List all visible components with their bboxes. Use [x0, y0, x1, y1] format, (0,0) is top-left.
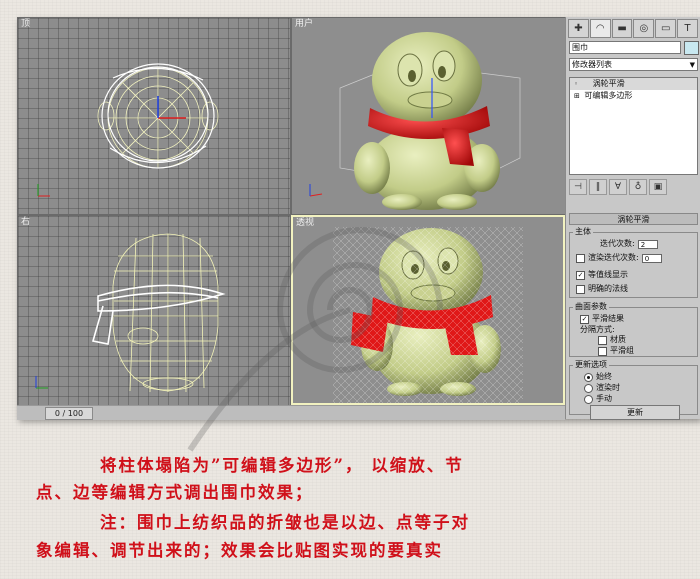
turbosmooth-rollout-title[interactable]: 涡轮平滑 [569, 213, 698, 225]
material-label: 材质 [610, 335, 626, 344]
surface-group-title: 曲面参数 [573, 302, 609, 312]
iterations-row: 迭代次数: 2 [600, 239, 658, 249]
caption-line-4: 象编辑、调节出来的；效果会比贴图实现的要真实 [36, 541, 443, 560]
timeline-bar[interactable]: 0 / 100 [17, 405, 565, 420]
utilities-tab[interactable]: T [677, 19, 698, 38]
remove-modifier-icon[interactable]: ♁ [629, 179, 647, 195]
chevron-down-icon: ▼ [689, 61, 695, 69]
bulb-icon[interactable]: ◦ [574, 80, 578, 88]
smoothing-group-row: 平滑组 [598, 346, 634, 356]
smooth-result-row: ✓ 平滑结果 [580, 314, 624, 324]
modifier-list-dropdown[interactable]: 修改器列表 ▼ [569, 58, 698, 71]
material-row: 材质 [598, 335, 626, 345]
smoothing-group-checkbox[interactable] [598, 346, 607, 356]
caption-line-3: 注：围巾上纺织品的折皱也是以边、点等子对 [100, 513, 470, 532]
isoline-checkbox[interactable]: ✓ [576, 270, 585, 280]
smooth-result-checkbox[interactable]: ✓ [580, 314, 589, 324]
isoline-row: ✓ 等值线显示 [576, 270, 628, 280]
modifier-list-label: 修改器列表 [572, 60, 612, 69]
display-tab[interactable]: ▭ [655, 19, 677, 38]
surface-group: 曲面参数 ✓ 平滑结果 分隔方式: 材质 平滑组 [569, 302, 698, 357]
show-end-result-icon[interactable]: ‖ [589, 179, 607, 195]
separate-label-row: 分隔方式: [580, 325, 615, 335]
hierarchy-tab[interactable]: ▬ [611, 19, 633, 38]
update-group-title: 更新选项 [573, 360, 609, 370]
3dsmax-window: 顶 用户 右 透视 0 / 100 ✚ ◠ ▬ ◎ ▭ T 围巾 修改器列表 ▼… [17, 17, 700, 420]
viewport-user[interactable]: 用户 [291, 17, 567, 215]
separate-label: 分隔方式: [580, 325, 615, 334]
always-radio[interactable] [584, 372, 593, 382]
explicit-normals-label: 明确的法线 [588, 284, 628, 293]
material-checkbox[interactable] [598, 335, 607, 345]
iterations-label: 迭代次数: [600, 239, 635, 248]
render-iters-checkbox[interactable] [576, 253, 585, 263]
smoothing-group-label: 平滑组 [610, 346, 634, 355]
time-slider[interactable]: 0 / 100 [45, 407, 93, 420]
object-color-swatch[interactable] [684, 41, 699, 55]
when-rendering-label: 渲染时 [596, 383, 620, 392]
when-rendering-row: 渲染时 [584, 383, 620, 393]
render-iters-label: 渲染迭代次数: [588, 253, 639, 262]
stack-toolbar: ⊣ ‖ ∀ ♁ ▣ [569, 179, 698, 195]
update-button[interactable]: 更新 [590, 405, 680, 420]
stack-item-label: 可编辑多边形 [584, 91, 633, 100]
render-iters-spinner[interactable]: 0 [641, 253, 662, 263]
caption-line-2: 点、边等编辑方式调出围巾效果； [36, 483, 314, 502]
isoline-label: 等值线显示 [588, 270, 628, 279]
modify-tab[interactable]: ◠ [589, 19, 611, 38]
stack-item-label: 涡轮平滑 [592, 79, 625, 88]
stack-item-editable-poly[interactable]: ⊞ 可编辑多边形 [570, 90, 697, 102]
render-iters-row: 渲染迭代次数: 0 [576, 253, 662, 263]
penguin-shaded-user [309, 32, 521, 210]
manually-radio[interactable] [584, 394, 593, 404]
manually-label: 手动 [596, 394, 612, 403]
motion-tab[interactable]: ◎ [633, 19, 655, 38]
viewport-perspective[interactable]: 透视 [291, 215, 565, 405]
when-rendering-radio[interactable] [584, 383, 593, 393]
modifier-stack[interactable]: ◦ 涡轮平滑 ⊞ 可编辑多边形 [569, 77, 698, 175]
explicit-normals-checkbox[interactable] [576, 284, 585, 294]
command-panel: ✚ ◠ ▬ ◎ ▭ T 围巾 修改器列表 ▼ ◦ 涡轮平滑 ⊞ 可编辑多边形 ⊣… [565, 17, 700, 420]
configure-sets-icon[interactable]: ▣ [649, 179, 667, 195]
smooth-result-label: 平滑结果 [592, 314, 624, 323]
always-row: 始终 [584, 372, 612, 382]
caption-line-1: 将柱体塌陷为”可编辑多边形”， 以缩放、节 [100, 456, 464, 475]
always-label: 始终 [596, 372, 612, 381]
iterations-spinner[interactable]: 2 [637, 239, 658, 249]
object-name-field[interactable]: 围巾 [569, 41, 681, 54]
penguin-shaded-perspective [333, 227, 523, 403]
right-wireframe [35, 233, 226, 393]
main-group-title: 主体 [573, 227, 593, 237]
top-wireframe [37, 63, 219, 197]
main-group: 主体 迭代次数: 2 渲染迭代次数: 0 ✓ 等值线显示 明确的法线 [569, 227, 698, 298]
create-tab[interactable]: ✚ [568, 19, 589, 38]
expand-plus-icon[interactable]: ⊞ [574, 92, 580, 100]
pin-stack-icon[interactable]: ⊣ [569, 179, 587, 195]
explicit-normals-row: 明确的法线 [576, 284, 628, 294]
stack-item-turbosmooth[interactable]: ◦ 涡轮平滑 [570, 78, 697, 90]
make-unique-icon[interactable]: ∀ [609, 179, 627, 195]
viewport-right[interactable]: 右 [17, 215, 291, 407]
viewport-top[interactable]: 顶 [17, 17, 291, 215]
manually-row: 手动 [584, 394, 612, 404]
command-panel-tabs: ✚ ◠ ▬ ◎ ▭ T [568, 19, 698, 38]
